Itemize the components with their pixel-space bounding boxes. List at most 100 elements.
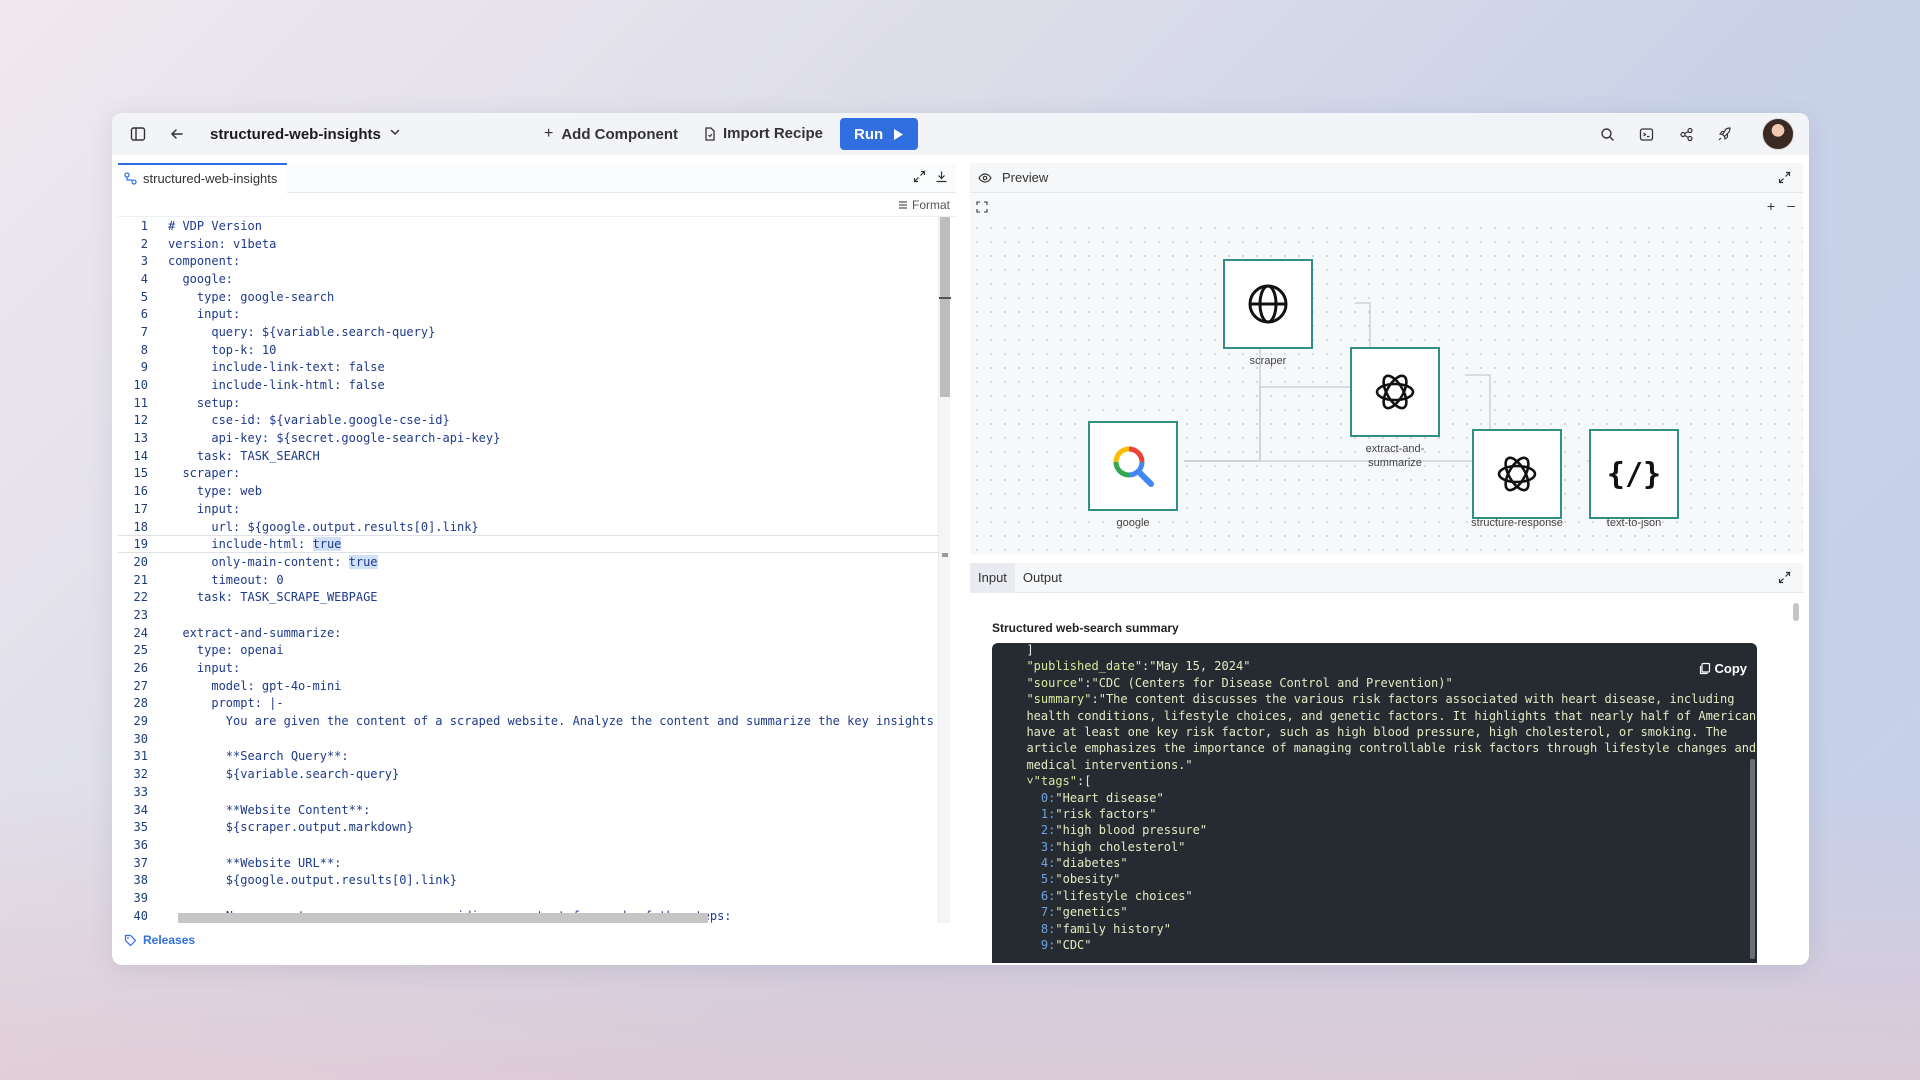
code-line[interactable]: 6 input: xyxy=(118,305,950,323)
document-icon xyxy=(704,126,716,141)
node-label-google: google xyxy=(1116,517,1150,529)
expand-icon[interactable] xyxy=(913,170,926,183)
share-icon[interactable] xyxy=(1674,122,1698,146)
run-button[interactable]: Run xyxy=(840,118,919,150)
io-scrollbar[interactable] xyxy=(1793,603,1799,621)
code-line[interactable]: 1 # VDP Version xyxy=(118,217,950,235)
code-line[interactable]: 14 task: TASK_SEARCH xyxy=(118,447,950,465)
code-line[interactable]: 7 query: ${variable.search-query} xyxy=(118,323,950,341)
line-number: 22 xyxy=(133,590,148,605)
editor-vertical-scrollbar[interactable] xyxy=(938,217,951,923)
add-component-button[interactable]: + Add Component xyxy=(544,125,678,143)
node-scraper[interactable] xyxy=(1223,259,1313,349)
node-text-to-json[interactable]: {/} xyxy=(1589,429,1679,519)
preview-tab[interactable]: Preview xyxy=(970,163,1803,193)
maximize-icon[interactable] xyxy=(1778,171,1791,184)
openai-icon xyxy=(1375,374,1415,410)
releases-link[interactable]: Releases xyxy=(124,927,195,953)
json-line: 0: "Heart disease" xyxy=(1012,791,1757,807)
json-line: 2: "high blood pressure" xyxy=(1012,823,1757,839)
code-text: include-link-text: false xyxy=(168,360,385,375)
code-editor[interactable]: 1 # VDP Version 2 version: v1beta 3 component… xyxy=(118,217,950,923)
code-line[interactable]: 32 ${variable.search-query} xyxy=(118,765,950,783)
project-selector[interactable]: structured-web-insights xyxy=(190,113,401,155)
node-structure-response[interactable] xyxy=(1472,429,1562,519)
terminal-icon[interactable] xyxy=(1634,122,1658,146)
code-line[interactable]: 36 xyxy=(118,836,950,854)
code-text: component: xyxy=(168,254,241,269)
import-recipe-button[interactable]: Import Recipe xyxy=(704,125,823,142)
line-number: 27 xyxy=(133,678,148,693)
back-arrow-icon[interactable] xyxy=(165,122,189,146)
json-colon: : xyxy=(1142,659,1150,674)
code-line[interactable]: 24 extract-and-summarize: xyxy=(118,624,950,642)
code-line[interactable]: 2 version: v1beta xyxy=(118,235,950,253)
code-line[interactable]: 33 xyxy=(118,783,950,801)
code-line[interactable]: 31 **Search Query**: xyxy=(118,748,950,766)
tab-input[interactable]: Input xyxy=(970,562,1015,593)
json-scrollbar[interactable] xyxy=(1750,759,1755,959)
code-line[interactable]: 19 include-html: true xyxy=(118,535,950,554)
code-line[interactable]: 34 **Website Content**: xyxy=(118,801,950,819)
scrollbar-thumb[interactable] xyxy=(940,217,950,397)
fit-view-icon[interactable] xyxy=(976,201,988,213)
code-line[interactable]: 38 ${google.output.results[0].link} xyxy=(118,871,950,889)
tab-output[interactable]: Output xyxy=(1015,563,1070,593)
code-line[interactable]: 5 type: google-search xyxy=(118,288,950,306)
zoom-out-icon[interactable]: – xyxy=(1787,197,1795,213)
json-colon: : xyxy=(1048,938,1056,953)
code-line[interactable]: 26 input: xyxy=(118,659,950,677)
code-line[interactable]: 11 setup: xyxy=(118,394,950,412)
maximize-icon[interactable] xyxy=(1778,571,1791,584)
search-icon[interactable] xyxy=(1595,122,1619,146)
plus-icon: + xyxy=(544,125,554,142)
code-line[interactable]: 9 include-link-text: false xyxy=(118,359,950,377)
import-recipe-label: Import Recipe xyxy=(723,125,824,142)
sidebar-toggle-icon[interactable] xyxy=(126,122,150,146)
code-line[interactable]: 13 api-key: ${secret.google-search-api-k… xyxy=(118,429,950,447)
code-line[interactable]: 15 scraper: xyxy=(118,465,950,483)
code-line[interactable]: 39 xyxy=(118,889,950,907)
code-line[interactable]: 3 component: xyxy=(118,252,950,270)
user-avatar[interactable] xyxy=(1762,118,1794,150)
rocket-icon[interactable] xyxy=(1712,122,1736,146)
code-line[interactable]: 10 include-link-html: false xyxy=(118,376,950,394)
node-google[interactable] xyxy=(1088,421,1178,511)
code-line[interactable]: 17 input: xyxy=(118,500,950,518)
download-icon[interactable] xyxy=(935,170,948,183)
zoom-in-icon[interactable]: + xyxy=(1767,198,1775,214)
code-line[interactable]: 28 prompt: |- xyxy=(118,695,950,713)
code-line[interactable]: 21 timeout: 0 xyxy=(118,571,950,589)
code-line[interactable]: 18 url: ${google.output.results[0].link} xyxy=(118,518,950,536)
json-colon: : xyxy=(1048,872,1056,887)
app-window: structured-web-insights + Add Component … xyxy=(112,113,1809,965)
code-line[interactable]: 4 google: xyxy=(118,270,950,288)
code-line[interactable]: 20 only-main-content: true xyxy=(118,553,950,571)
code-line[interactable]: 12 cse-id: ${variable.google-cse-id} xyxy=(118,412,950,430)
highlighted-token: true xyxy=(312,537,342,552)
line-number: 16 xyxy=(133,484,148,499)
code-line[interactable]: 29 You are given the content of a scrape… xyxy=(118,712,950,730)
code-line[interactable]: 35 ${scraper.output.markdown} xyxy=(118,818,950,836)
code-line[interactable]: 27 model: gpt-4o-mini xyxy=(118,677,950,695)
node-extract-and-summarize[interactable] xyxy=(1350,347,1440,437)
json-line: "published_date": "May 15, 2024" xyxy=(1012,659,1757,675)
format-button[interactable]: Format xyxy=(118,193,956,217)
code-line[interactable]: 23 xyxy=(118,606,950,624)
code-line[interactable]: 25 type: openai xyxy=(118,642,950,660)
code-line[interactable]: 22 task: TASK_SCRAPE_WEBPAGE xyxy=(118,588,950,606)
json-key: "summary" xyxy=(1026,692,1092,707)
code-line[interactable]: 30 xyxy=(118,730,950,748)
pipeline-canvas[interactable]: scraper extract-and- summarize google st… xyxy=(970,221,1803,555)
code-line[interactable]: 8 top-k: 10 xyxy=(118,341,950,359)
copy-button[interactable]: Copy xyxy=(1698,661,1747,676)
file-tab[interactable]: structured-web-insights xyxy=(118,162,288,193)
code-line[interactable]: 37 **Website URL**: xyxy=(118,854,950,872)
editor-horizontal-scrollbar[interactable] xyxy=(178,913,708,923)
json-colon: : xyxy=(1048,888,1056,903)
code-line[interactable]: 16 type: web xyxy=(118,482,950,500)
copy-icon xyxy=(1698,662,1711,675)
